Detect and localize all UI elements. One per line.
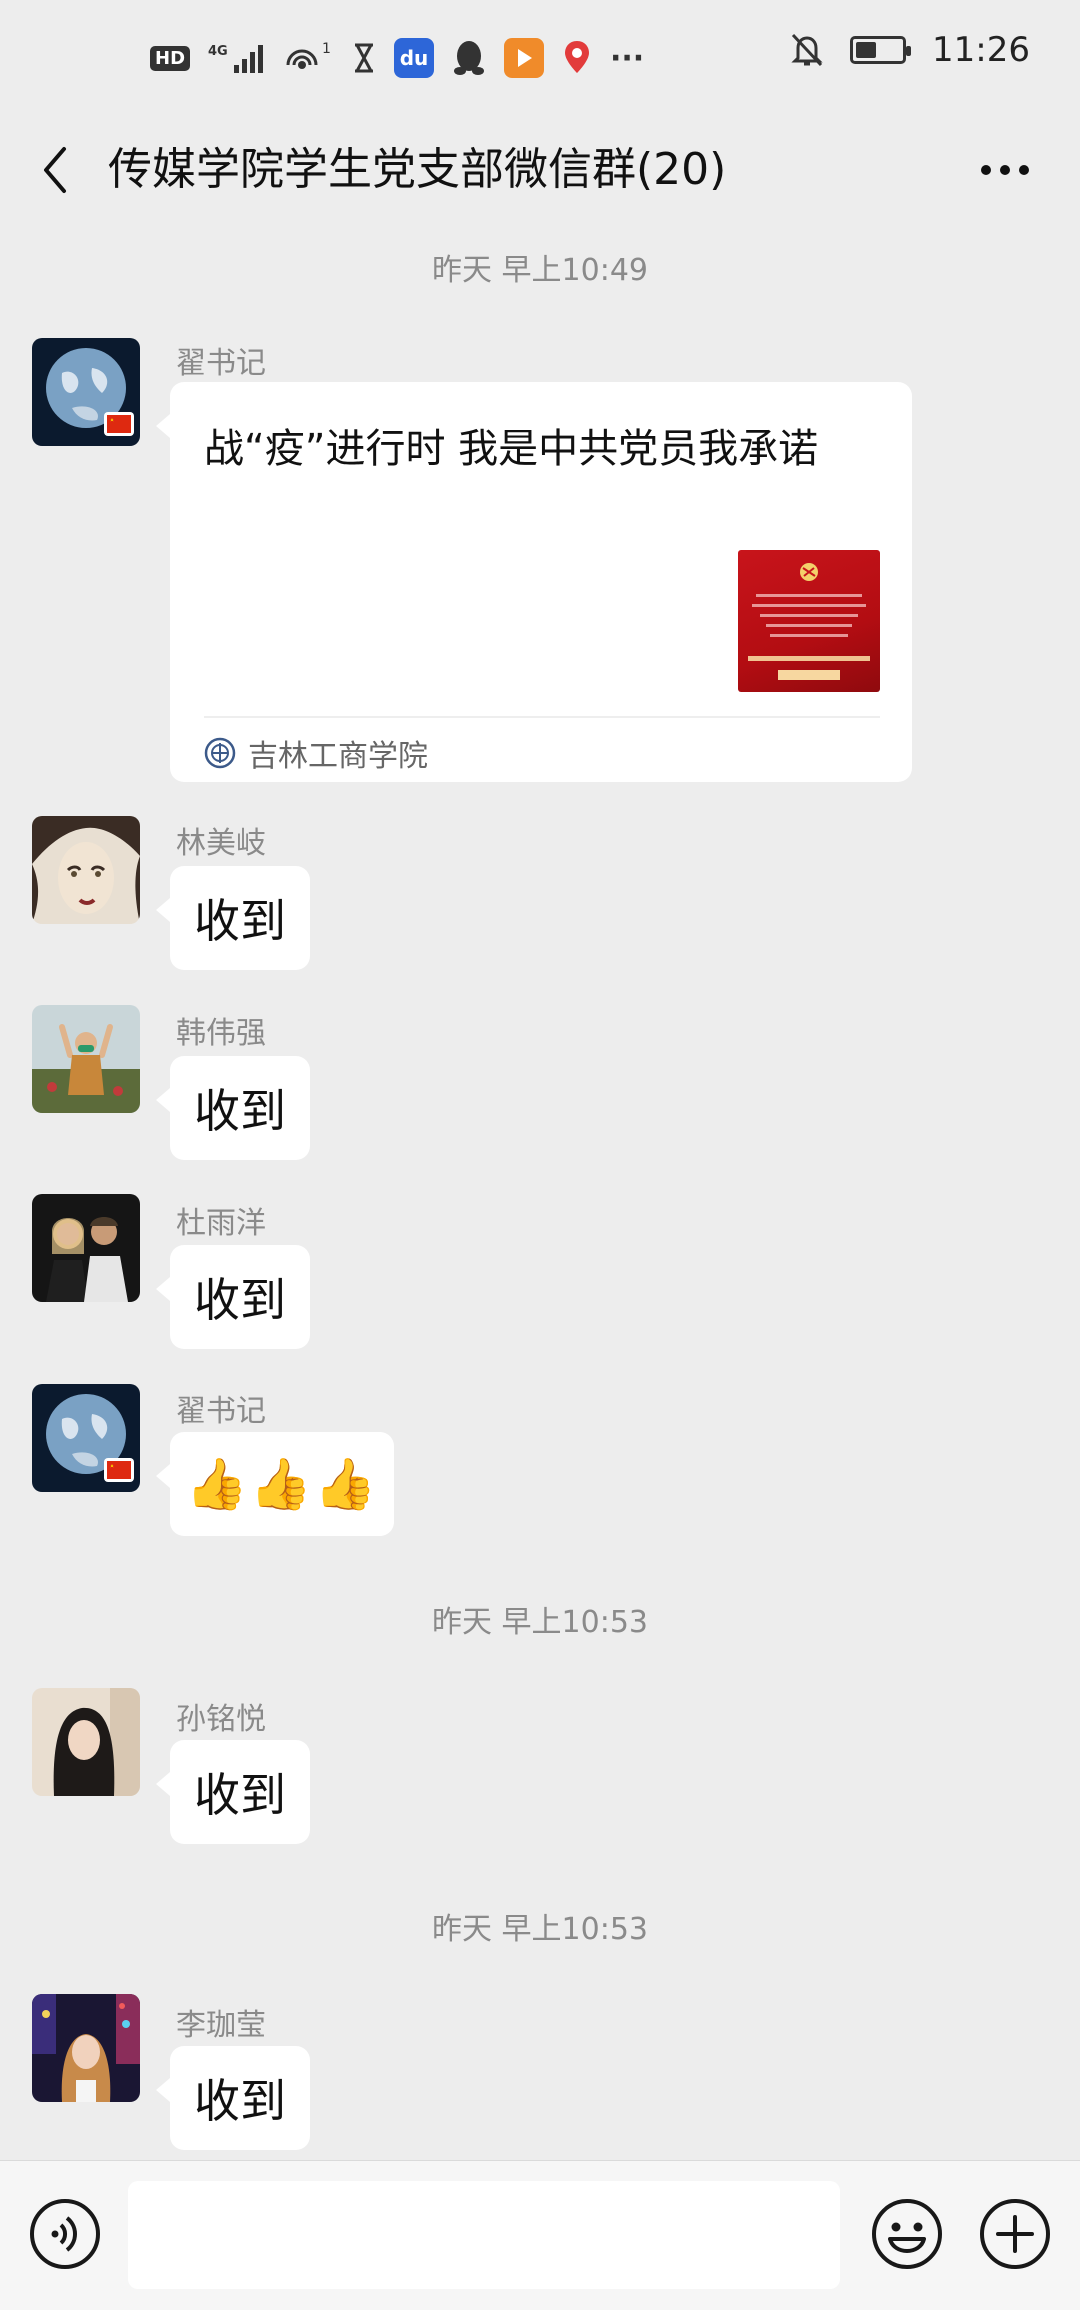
avatar[interactable] [32, 1194, 140, 1302]
video-app-icon [504, 38, 545, 78]
input-bar [0, 2160, 1080, 2310]
sender-name: 翟书记 [176, 346, 266, 381]
sender-name: 林美岐 [176, 826, 266, 861]
hotspot-icon: 1 [284, 41, 334, 75]
illustrated-portrait-avatar [32, 816, 140, 924]
signal-icon: 4G [208, 41, 266, 75]
article-card[interactable]: 战“疫”进行时 我是中共党员我承诺 吉林工商学院 [156, 382, 912, 782]
back-button[interactable] [30, 140, 80, 200]
message-bubble[interactable]: 收到 [156, 1245, 310, 1349]
mute-icon [790, 32, 824, 68]
status-right: 11:26 [790, 30, 1030, 70]
sender-name: 杜雨洋 [176, 1206, 266, 1241]
baidu-app-icon: du [394, 38, 435, 78]
emoji-message-bubble[interactable]: 👍👍👍 [156, 1432, 394, 1536]
avatar[interactable] [32, 1005, 140, 1113]
battery-icon [850, 36, 912, 64]
status-left: HD 4G 1 du ··· [150, 38, 644, 78]
sender-name: 孙铭悦 [176, 1702, 266, 1737]
timestamp: 昨天 早上10:49 [432, 253, 648, 288]
status-time: 11:26 [932, 30, 1030, 70]
article-thumbnail [738, 550, 880, 692]
photo-avatar [32, 1994, 140, 2102]
more-button[interactable] [970, 140, 1040, 200]
qq-app-icon [452, 39, 486, 77]
earth-avatar-image [32, 1384, 140, 1492]
article-title: 战“疫”进行时 我是中共党员我承诺 [204, 426, 819, 472]
hd-indicator: HD [150, 45, 191, 71]
avatar[interactable] [32, 338, 140, 446]
college-logo-icon [204, 737, 236, 769]
timestamp: 昨天 早上10:53 [432, 1605, 648, 1640]
voice-button[interactable] [28, 2197, 102, 2271]
chat-header: 传媒学院学生党支部微信群(20) [0, 120, 1080, 220]
message-bubble[interactable]: 收到 [156, 866, 310, 970]
photo-avatar [32, 1194, 140, 1302]
svg-text:1: 1 [322, 41, 331, 57]
message-input[interactable] [128, 2181, 840, 2289]
message-bubble[interactable]: 收到 [156, 1740, 310, 1844]
voice-icon [30, 2199, 100, 2269]
more-dots-icon [981, 165, 1029, 175]
sender-name: 翟书记 [176, 1394, 266, 1429]
status-bar: HD 4G 1 du ··· 11:26 [0, 0, 1080, 120]
plus-button[interactable] [978, 2197, 1052, 2271]
avatar[interactable] [32, 1688, 140, 1796]
sender-name: 韩伟强 [176, 1016, 266, 1051]
avatar[interactable] [32, 816, 140, 924]
message-bubble[interactable]: 收到 [156, 2046, 310, 2150]
chevron-left-icon [44, 147, 66, 193]
photo-avatar [32, 1688, 140, 1796]
sender-name: 李珈莹 [176, 2008, 266, 2043]
article-source: 吉林工商学院 [204, 728, 428, 778]
earth-avatar-image [32, 338, 140, 446]
photo-avatar [32, 1005, 140, 1113]
more-status-icon: ··· [610, 40, 645, 76]
hourglass-icon [352, 43, 376, 73]
map-app-icon [562, 39, 592, 77]
timestamp: 昨天 早上10:53 [432, 1912, 648, 1947]
emoji-button[interactable] [870, 2197, 944, 2271]
message-bubble[interactable]: 收到 [156, 1056, 310, 1160]
battery-level [856, 42, 877, 58]
emoji-icon [872, 2199, 942, 2269]
article-source-name: 吉林工商学院 [248, 739, 428, 774]
avatar[interactable] [32, 1384, 140, 1492]
card-divider [204, 716, 880, 718]
avatar[interactable] [32, 1994, 140, 2102]
svg-text:4G: 4G [208, 44, 228, 59]
chat-title: 传媒学院学生党支部微信群(20) [108, 144, 727, 195]
plus-icon [980, 2199, 1050, 2269]
